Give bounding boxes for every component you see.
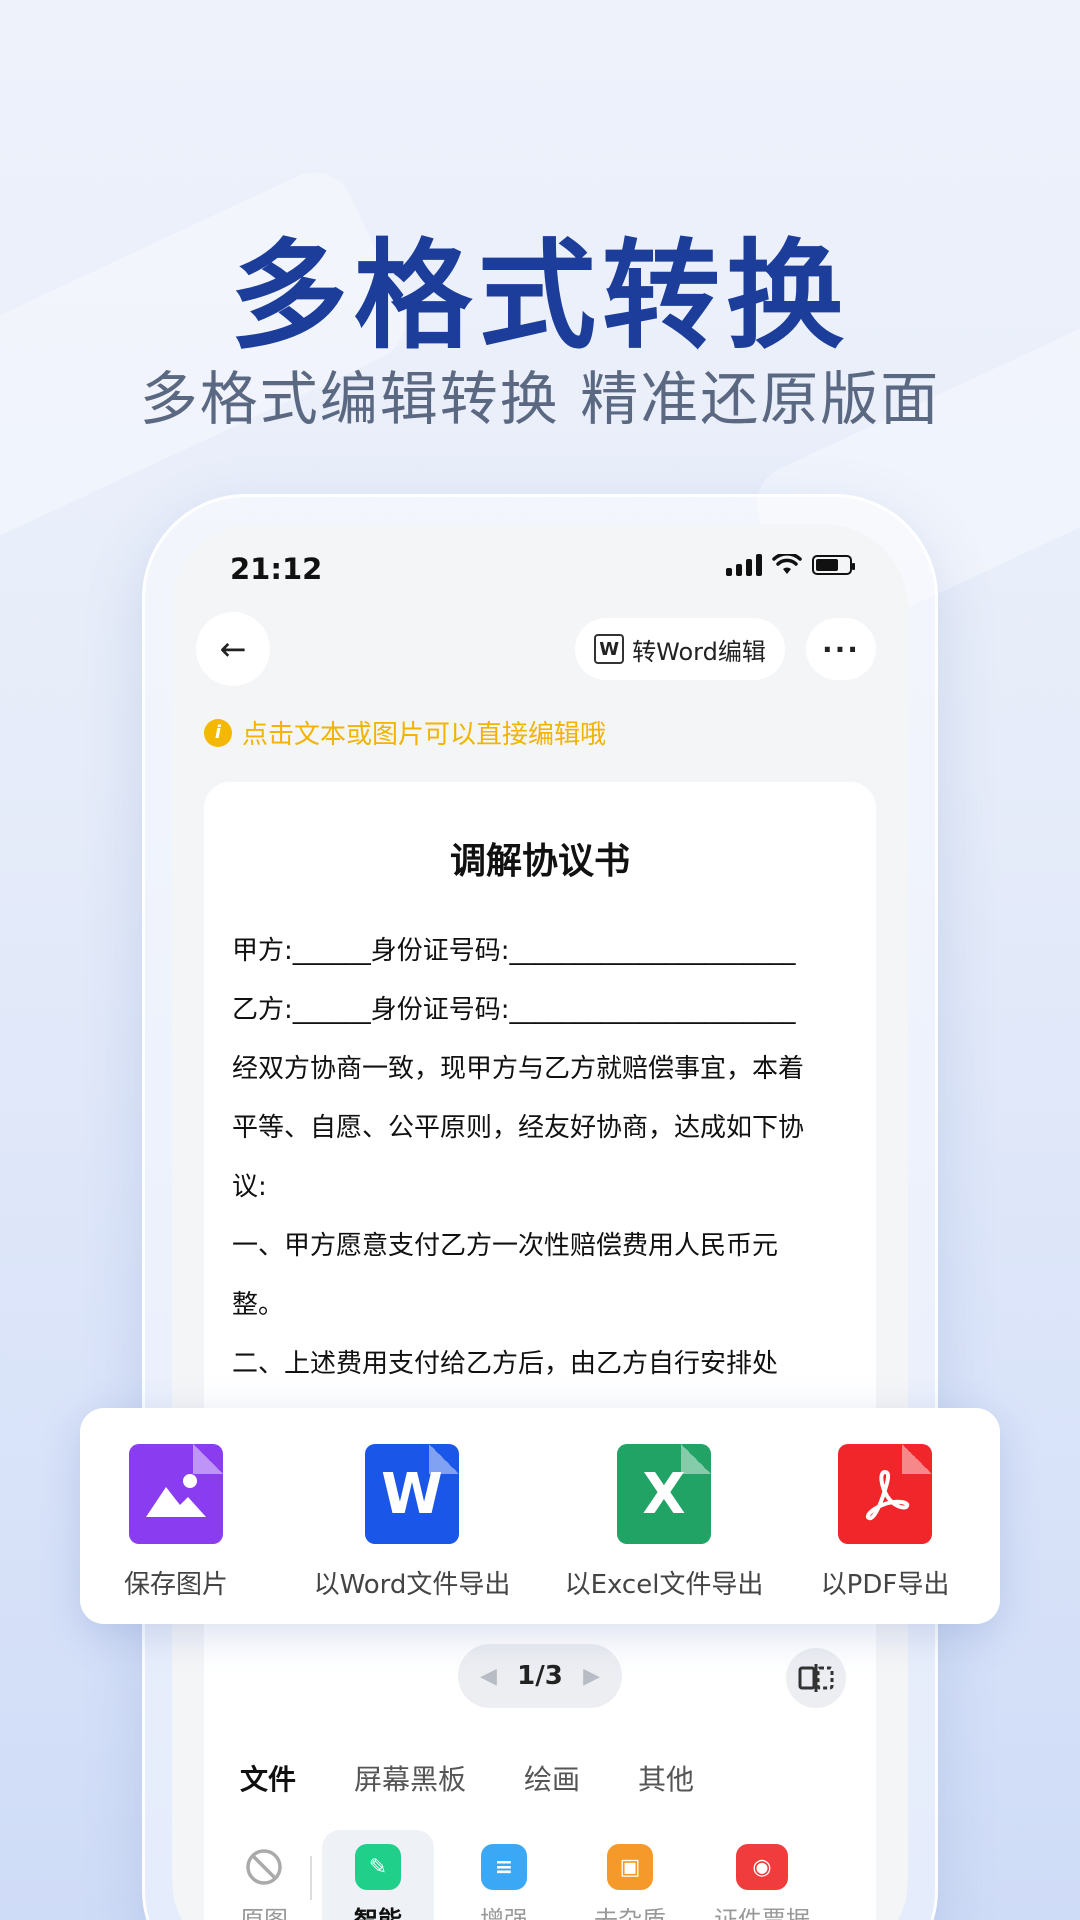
status-icons bbox=[726, 554, 855, 576]
document-line[interactable]: 平等、自愿、公平原则，经友好协商，达成如下协 bbox=[232, 1099, 852, 1158]
page-navigator: ◀ 1/3 ▶ bbox=[458, 1644, 622, 1708]
document-body[interactable]: 甲方:______身份证号码:______________________ 乙方… bbox=[232, 922, 852, 1394]
document-line[interactable]: 甲方:______身份证号码:______________________ bbox=[232, 922, 852, 981]
export-label: 以Excel文件导出 bbox=[564, 1570, 764, 1600]
compare-button[interactable] bbox=[786, 1648, 846, 1708]
more-dots-icon: ··· bbox=[822, 632, 860, 666]
more-button[interactable]: ··· bbox=[806, 618, 876, 680]
convert-word-label: 转Word编辑 bbox=[632, 637, 766, 666]
tool-label: 原图 bbox=[240, 1906, 288, 1920]
status-time: 21:12 bbox=[230, 552, 323, 586]
tool-divider bbox=[310, 1856, 312, 1900]
filter-tools: 原图 ✎ 智能 ≡ 增强 ▣ 去杂质 ◉ 证件票据 bbox=[224, 1830, 824, 1920]
excel-file-icon: X bbox=[617, 1444, 711, 1544]
document-title[interactable]: 调解协议书 bbox=[204, 832, 876, 884]
export-word-option[interactable]: W 以Word文件导出 bbox=[312, 1444, 512, 1601]
edit-tip-text: 点击文本或图片可以直接编辑哦 bbox=[242, 720, 607, 750]
next-page-icon[interactable]: ▶ bbox=[583, 1664, 600, 1689]
word-icon: W bbox=[594, 634, 625, 664]
document-line[interactable]: 乙方:______身份证号码:______________________ bbox=[232, 981, 852, 1040]
tool-smart[interactable]: ✎ 智能 bbox=[322, 1830, 434, 1920]
magic-wand-icon: ✎ bbox=[355, 1844, 401, 1890]
info-icon: i bbox=[204, 718, 232, 747]
hero-title: 多格式转换 bbox=[229, 227, 850, 365]
tool-label: 增强 bbox=[480, 1906, 528, 1920]
tool-original[interactable]: 原图 bbox=[224, 1830, 304, 1920]
id-card-icon: ◉ bbox=[736, 1844, 788, 1890]
export-label: 以PDF导出 bbox=[820, 1570, 950, 1600]
document-line[interactable]: 一、甲方愿意支付乙方一次性赔偿费用人民币元 bbox=[232, 1217, 852, 1276]
word-file-icon: W bbox=[365, 1444, 459, 1544]
phone-screen: 21:12 ← W 转Word编辑 ··· i 点击文本或图片可以直接编辑哦 调… bbox=[172, 524, 908, 1920]
document-line[interactable]: 议: bbox=[232, 1158, 852, 1217]
tool-id-receipt[interactable]: ◉ 证件票据 bbox=[700, 1830, 824, 1920]
wifi-icon bbox=[772, 554, 802, 574]
document-line[interactable]: 整。 bbox=[232, 1276, 852, 1335]
compare-icon bbox=[798, 1664, 834, 1692]
tool-enhance[interactable]: ≡ 增强 bbox=[448, 1830, 560, 1920]
export-label: 保存图片 bbox=[123, 1570, 228, 1600]
save-image-option[interactable]: 保存图片 bbox=[116, 1444, 236, 1601]
pdf-file-icon bbox=[838, 1444, 932, 1544]
battery-icon bbox=[812, 555, 855, 575]
tab-screen-blackboard[interactable]: 屏幕黑板 bbox=[354, 1758, 466, 1798]
original-icon bbox=[241, 1844, 287, 1890]
export-options-card: 保存图片 W 以Word文件导出 X 以Excel文件导出 以PDF导出 bbox=[80, 1408, 1000, 1624]
convert-word-button[interactable]: W 转Word编辑 bbox=[575, 618, 785, 680]
export-pdf-option[interactable]: 以PDF导出 bbox=[810, 1444, 960, 1601]
image-file-icon bbox=[129, 1444, 223, 1544]
tool-label: 证件票据 bbox=[714, 1906, 810, 1920]
tab-drawing[interactable]: 绘画 bbox=[524, 1758, 580, 1798]
eraser-icon: ▣ bbox=[607, 1844, 653, 1890]
tool-label: 去杂质 bbox=[594, 1906, 666, 1920]
hero-subtitle: 多格式编辑转换 精准还原版面 bbox=[139, 365, 941, 433]
tool-label: 智能 bbox=[354, 1906, 402, 1920]
export-label: 以Word文件导出 bbox=[313, 1570, 511, 1600]
tab-other[interactable]: 其他 bbox=[638, 1758, 694, 1798]
document-preview[interactable]: 调解协议书 甲方:______身份证号码:___________________… bbox=[204, 782, 876, 1782]
tool-remove-impurities[interactable]: ▣ 去杂质 bbox=[574, 1830, 686, 1920]
export-excel-option[interactable]: X 以Excel文件导出 bbox=[564, 1444, 764, 1601]
cellular-signal-icon bbox=[726, 554, 762, 576]
bottom-tabs: 文件 屏幕黑板 绘画 其他 bbox=[240, 1758, 694, 1798]
page-indicator: 1/3 bbox=[517, 1661, 563, 1691]
tab-file[interactable]: 文件 bbox=[240, 1758, 296, 1798]
document-line[interactable]: 经双方协商一致，现甲方与乙方就赔偿事宜，本着 bbox=[232, 1040, 852, 1099]
document-line[interactable]: 二、上述费用支付给乙方后，由乙方自行安排处 bbox=[232, 1335, 852, 1394]
arrow-left-icon: ← bbox=[219, 630, 247, 668]
bottom-panel: 文件 屏幕黑板 绘画 其他 原图 ✎ 智能 ≡ 增强 ▣ 去杂质 ◉ 证件票据 bbox=[204, 1736, 876, 1920]
back-button[interactable]: ← bbox=[196, 612, 270, 686]
sliders-icon: ≡ bbox=[481, 1844, 527, 1890]
prev-page-icon[interactable]: ◀ bbox=[480, 1664, 497, 1689]
edit-tip: i 点击文本或图片可以直接编辑哦 bbox=[204, 714, 606, 751]
